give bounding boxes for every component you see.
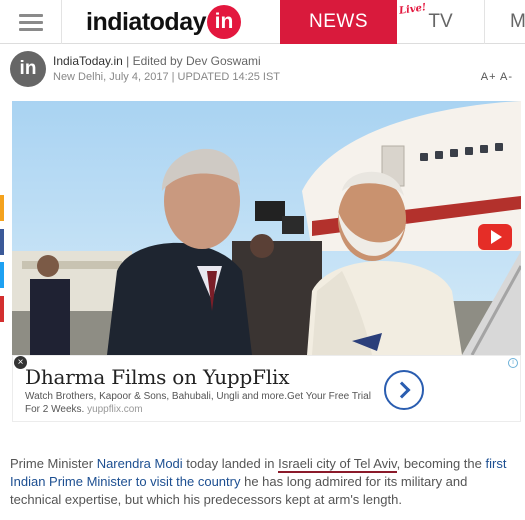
article-text: today landed in <box>182 456 279 471</box>
ad-domain: yuppflix.com <box>87 404 143 415</box>
youtube-play-icon[interactable] <box>478 224 512 250</box>
highlighted-text: Israeli city of Tel Aviv <box>278 456 397 473</box>
editor-prefix: | Edited by <box>122 54 186 68</box>
article-text: Prime Minister <box>10 456 97 471</box>
menu-icon-bar <box>18 20 43 24</box>
link-narendra-modi[interactable]: Narendra Modi <box>97 456 183 471</box>
font-size-controls[interactable]: A+ A- <box>481 71 513 83</box>
menu-icon-bar <box>18 27 43 31</box>
ad-banner[interactable]: × i Dharma Films on YuppFlix Watch Broth… <box>12 355 521 422</box>
chevron-right-icon-glyph <box>393 381 411 399</box>
tab-more[interactable]: M <box>510 0 525 44</box>
tab-news[interactable]: NEWS <box>280 0 397 44</box>
top-nav: indiatoday in NEWS TV Live! M <box>0 0 525 44</box>
dateline: New Delhi, July 4, 2017 | UPDATED 14:25 … <box>53 71 281 83</box>
photo-illustration <box>12 101 521 355</box>
facebook-icon[interactable] <box>0 229 4 255</box>
article-byline: in IndiaToday.in | Edited by Dev Goswami… <box>10 51 515 91</box>
ad-title[interactable]: Dharma Films on YuppFlix <box>25 365 289 389</box>
logo-badge: in <box>207 5 242 39</box>
pinterest-icon[interactable] <box>0 296 4 322</box>
article-paragraph: Prime Minister Narendra Modi today lande… <box>10 455 515 509</box>
source-avatar[interactable]: in <box>10 51 46 87</box>
source-line: IndiaToday.in | Edited by Dev Goswami <box>53 54 261 68</box>
chevron-right-icon[interactable] <box>384 370 424 410</box>
site-logo[interactable]: indiatoday in <box>86 5 242 39</box>
article-text: , becoming the <box>396 456 486 471</box>
share-icon[interactable] <box>0 195 4 221</box>
source-name[interactable]: IndiaToday.in <box>53 54 123 68</box>
article-photo[interactable] <box>12 101 521 355</box>
twitter-icon[interactable] <box>0 262 4 288</box>
ad-info-icon[interactable]: i <box>508 358 518 368</box>
editor-name: Dev Goswami <box>185 54 261 68</box>
ad-description: Watch Brothers, Kapoor & Sons, Bahubali,… <box>25 390 375 416</box>
menu-icon-bar <box>18 13 43 17</box>
logo-text: indiatoday <box>86 7 207 36</box>
menu-icon[interactable] <box>0 0 62 44</box>
ad-description-text: Watch Brothers, Kapoor & Sons, Bahubali,… <box>25 391 371 415</box>
